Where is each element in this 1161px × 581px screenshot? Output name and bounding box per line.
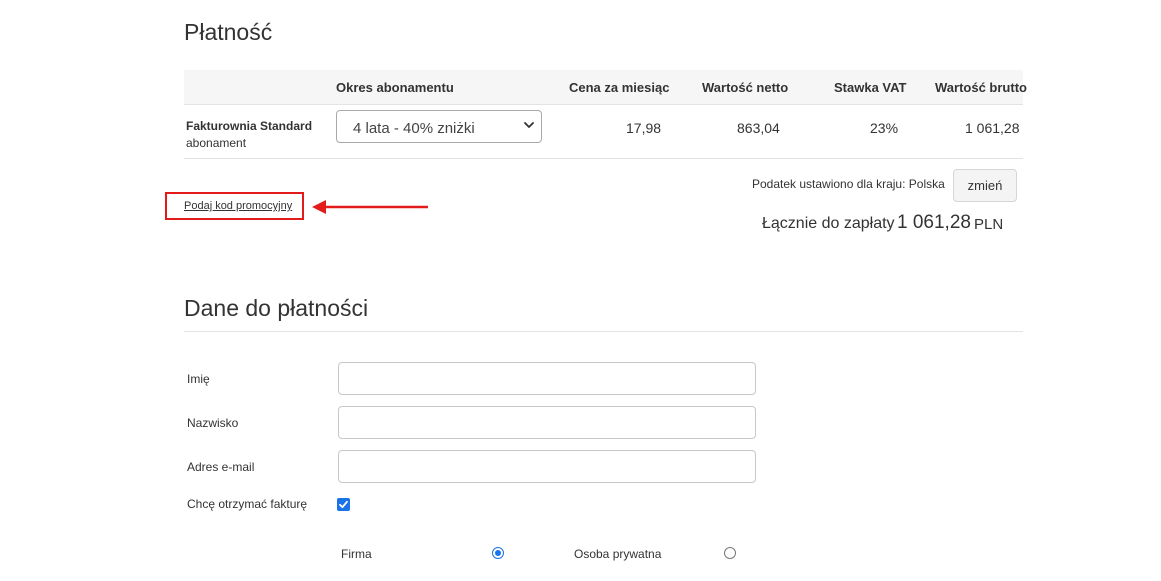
header-gross-value: Wartość brutto	[935, 80, 1027, 95]
total-value: 1 061,28	[897, 212, 971, 233]
vat-rate-value: 23%	[870, 120, 899, 136]
period-select[interactable]: 4 lata - 40% zniżki	[336, 110, 542, 143]
checkmark-icon	[339, 500, 348, 509]
header-vat-rate: Stawka VAT	[834, 80, 907, 95]
email-label: Adres e-mail	[187, 460, 255, 474]
payment-title: Płatność	[184, 19, 273, 45]
tax-country-text: Podatek ustawiono dla kraju: Polska	[752, 177, 945, 191]
gross-value: 1 061,28	[965, 120, 1020, 136]
net-value: 863,04	[737, 120, 780, 136]
product-name: Fakturownia Standard	[186, 119, 313, 133]
arrow-left-icon	[312, 200, 428, 214]
type-private-radio[interactable]	[724, 547, 736, 559]
type-company-radio[interactable]	[492, 547, 504, 559]
type-private-label: Osoba prywatna	[574, 547, 662, 561]
invoice-checkbox[interactable]	[337, 498, 350, 511]
total-currency: PLN	[974, 216, 1004, 233]
promo-code-link[interactable]: Podaj kod promocyjny	[184, 200, 292, 212]
period-select-value: 4 lata - 40% zniżki	[353, 120, 475, 137]
first-name-input[interactable]	[338, 362, 756, 395]
section-divider	[184, 331, 1023, 332]
chevron-down-icon	[524, 122, 534, 128]
last-name-input[interactable]	[338, 406, 756, 439]
table-divider	[184, 158, 1023, 159]
type-company-label: Firma	[341, 547, 372, 561]
header-net-value: Wartość netto	[702, 80, 789, 95]
total-label: Łącznie do zapłaty	[762, 215, 895, 232]
last-name-label: Nazwisko	[187, 416, 239, 430]
header-period: Okres abonamentu	[336, 80, 454, 95]
first-name-label: Imię	[187, 372, 210, 386]
price-month-value: 17,98	[626, 120, 662, 136]
invoice-label: Chcę otrzymać fakturę	[187, 497, 308, 511]
header-price-month: Cena za miesiąc	[569, 80, 670, 95]
product-subtitle: abonament	[186, 136, 247, 150]
billing-title: Dane do płatności	[184, 295, 369, 321]
change-country-button[interactable]: zmień	[953, 169, 1017, 202]
email-input[interactable]	[338, 450, 756, 483]
